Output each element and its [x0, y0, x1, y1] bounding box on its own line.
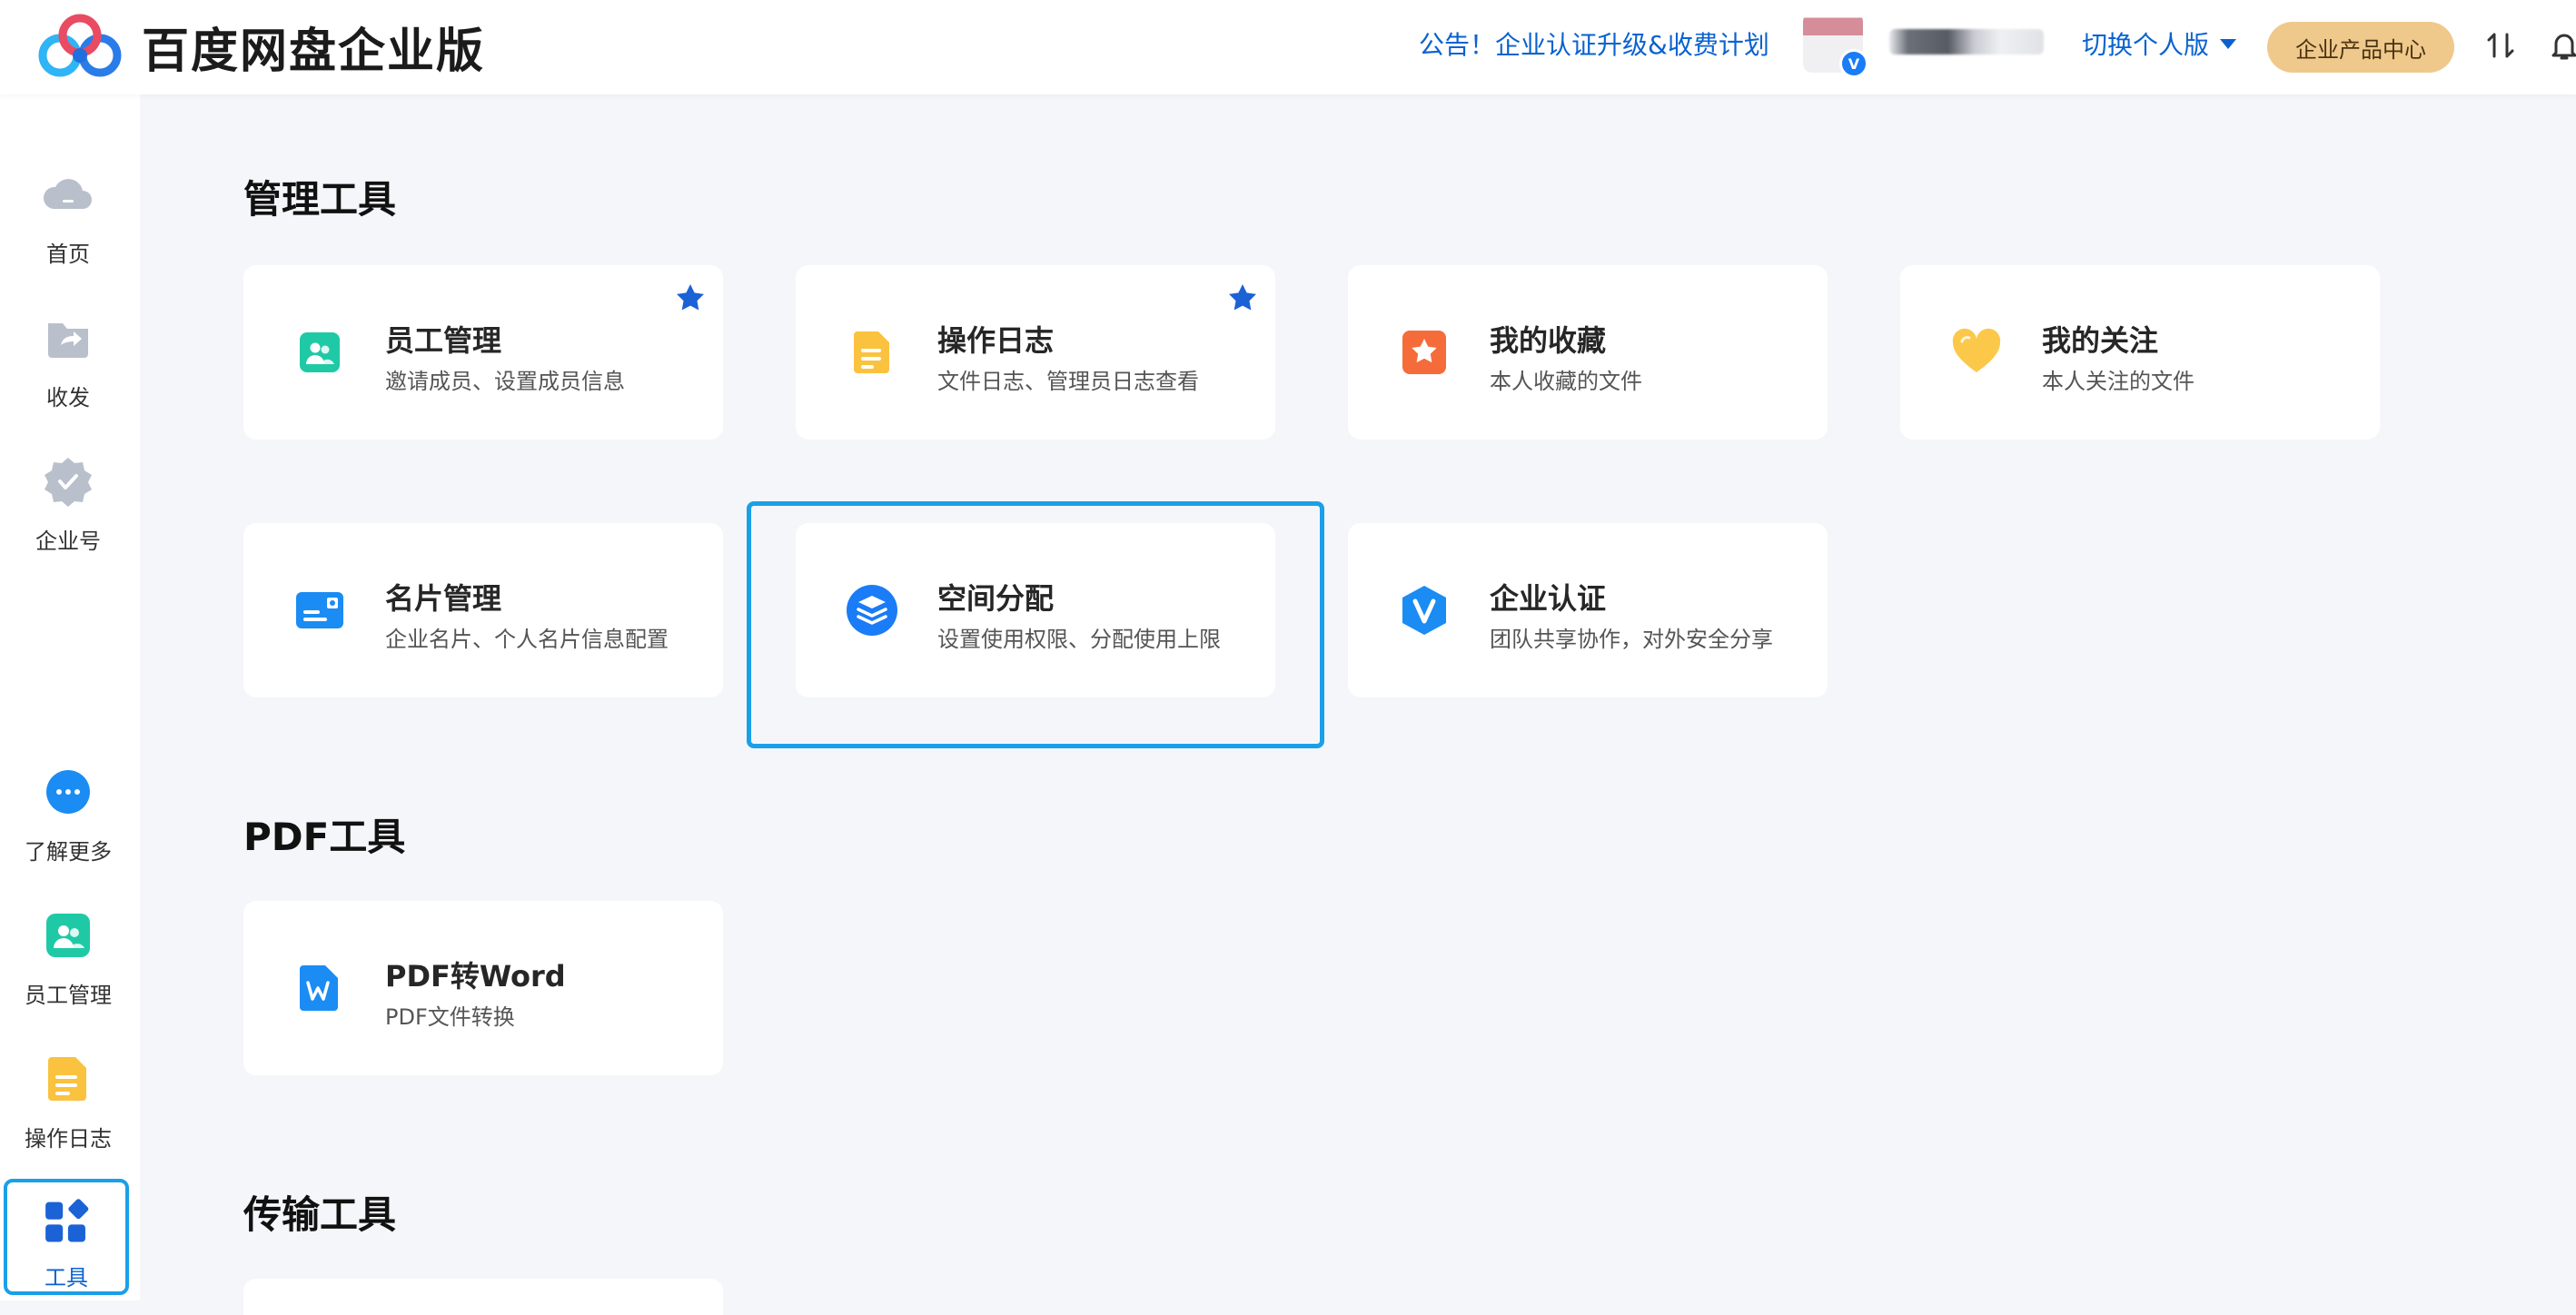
tool-card-log[interactable]: 操作日志 文件日志、管理员日志查看 [796, 265, 1275, 440]
section-title-pdf: PDF工具 [243, 815, 406, 859]
more-icon [46, 770, 90, 814]
section-title-manage: 管理工具 [243, 177, 397, 222]
sidebar-item-label: 首页 [46, 242, 90, 267]
avatar[interactable]: V [1803, 13, 1868, 78]
switch-personal-button[interactable]: 切换个人版 [2082, 25, 2237, 62]
card-title: PDF转Word [385, 959, 566, 994]
tools-icon [45, 1199, 89, 1242]
sidebar-item-share[interactable]: 收发 [0, 300, 136, 418]
tool-card-partial[interactable] [243, 1279, 723, 1315]
section-title-transfer: 传输工具 [243, 1192, 397, 1237]
bell-icon[interactable] [2551, 31, 2576, 62]
card-title: 企业认证 [1490, 581, 1607, 616]
sidebar-item-staff[interactable]: 员工管理 [0, 897, 136, 1015]
card-title: 名片管理 [385, 581, 502, 616]
tool-card-namecard[interactable]: 名片管理 企业名片、个人名片信息配置 [243, 523, 723, 697]
sidebar-item-label: 收发 [46, 385, 90, 410]
card-desc: 企业名片、个人名片信息配置 [385, 627, 669, 652]
card-title: 我的关注 [2042, 323, 2159, 358]
card-title: 操作日志 [937, 323, 1055, 358]
top-bar: 百度网盘企业版 公告！企业认证升级&收费计划 V 切换个人版 企业产品中心 [0, 0, 2576, 94]
card-desc: 邀请成员、设置成员信息 [385, 369, 625, 394]
staff-icon [300, 332, 340, 372]
brand-title: 百度网盘企业版 [142, 24, 486, 79]
tool-card-pdf-to-word[interactable]: PDF转Word PDF文件转换 [243, 901, 723, 1075]
favorite-icon [1402, 331, 1446, 374]
sidebar-item-enterprise[interactable]: 企业号 [0, 443, 136, 561]
baidu-netdisk-logo-icon [38, 14, 122, 77]
switch-label: 切换个人版 [2082, 30, 2210, 60]
card-icon [296, 592, 343, 628]
verified-v-icon: V [1839, 49, 1868, 78]
sidebar-item-label: 了解更多 [25, 839, 112, 865]
sidebar-item-home[interactable]: 首页 [0, 156, 136, 274]
card-desc: 团队共享协作，对外安全分享 [1490, 627, 1773, 652]
log-icon [48, 1057, 86, 1101]
product-center-button[interactable]: 企业产品中心 [2267, 22, 2454, 73]
sidebar: 首页 收发 企业号 了解更多 员工管理 操作日志 工具 [0, 94, 140, 1300]
sidebar-item-log[interactable]: 操作日志 [0, 1041, 136, 1159]
sidebar-item-label: 操作日志 [25, 1126, 112, 1152]
staff-icon [46, 914, 90, 957]
card-desc: 文件日志、管理员日志查看 [937, 369, 1199, 394]
card-desc: PDF文件转换 [385, 1004, 515, 1030]
verify-v-icon [1402, 586, 1446, 635]
tool-card-verification[interactable]: 企业认证 团队共享协作，对外安全分享 [1348, 523, 1828, 697]
pdf-word-icon [300, 965, 338, 1011]
sidebar-item-label: 员工管理 [25, 983, 112, 1008]
card-title: 我的收藏 [1490, 323, 1607, 358]
log-icon [854, 331, 889, 373]
card-title: 空间分配 [937, 581, 1055, 616]
sidebar-item-learn-more[interactable]: 了解更多 [0, 754, 136, 872]
heart-icon [1952, 328, 2001, 372]
notice-link[interactable]: 公告！企业认证升级&收费计划 [1419, 25, 1769, 62]
brand[interactable]: 百度网盘企业版 [36, 7, 485, 85]
transfer-icon[interactable] [2484, 29, 2517, 62]
star-icon[interactable] [674, 282, 707, 314]
tool-card-staff[interactable]: 员工管理 邀请成员、设置成员信息 [243, 265, 723, 440]
sidebar-item-label: 企业号 [35, 529, 101, 554]
card-desc: 本人关注的文件 [2042, 369, 2195, 394]
chevron-down-icon [2220, 38, 2237, 49]
tool-card-favorites[interactable]: 我的收藏 本人收藏的文件 [1348, 265, 1828, 440]
layers-icon [847, 585, 897, 636]
tool-card-follow[interactable]: 我的关注 本人关注的文件 [1900, 265, 2380, 440]
card-desc: 本人收藏的文件 [1490, 369, 1642, 394]
tool-card-space-allocation[interactable]: 空间分配 设置使用权限、分配使用上限 [796, 523, 1275, 697]
username-redacted [1889, 29, 2044, 54]
cloud-icon [43, 179, 92, 209]
sidebar-item-tools[interactable]: 工具 [4, 1179, 129, 1295]
card-title: 员工管理 [385, 323, 502, 358]
card-desc: 设置使用权限、分配使用上限 [937, 627, 1221, 652]
star-icon[interactable] [1226, 282, 1259, 314]
sidebar-item-label: 工具 [45, 1265, 88, 1290]
verified-badge-icon [45, 458, 92, 507]
share-folder-icon [48, 323, 88, 358]
